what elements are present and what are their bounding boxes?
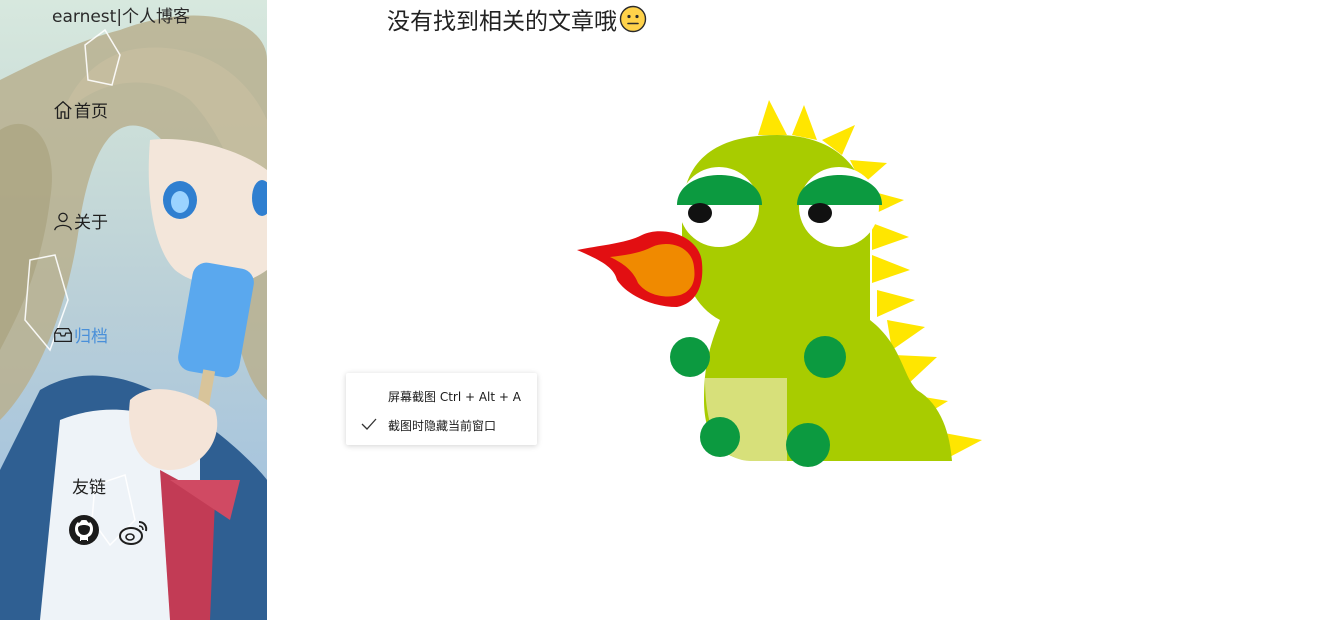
- friends-links-label: 友链: [72, 478, 106, 498]
- context-menu-item-label: 截图时隐藏当前窗口: [388, 419, 497, 433]
- home-icon: [54, 100, 72, 119]
- empty-result-text: 没有找到相关的文章哦: [387, 9, 617, 35]
- nav-archive[interactable]: 归档: [52, 322, 108, 347]
- github-icon[interactable]: [68, 514, 100, 546]
- context-menu-item-hide-window[interactable]: 截图时隐藏当前窗口: [346, 410, 537, 438]
- main-content: 没有找到相关的文章哦 屏幕截图 Ctrl + Alt + A 截图时隐藏当前窗口: [267, 0, 1327, 620]
- nav-home[interactable]: 首页: [52, 97, 108, 122]
- weibo-icon[interactable]: [118, 516, 150, 548]
- archive-box-icon: [54, 327, 72, 342]
- nav-archive-label: 归档: [74, 327, 108, 347]
- neutral-face-icon: [619, 5, 647, 33]
- checkmark-icon: [361, 418, 377, 430]
- context-menu-item-screenshot[interactable]: 屏幕截图 Ctrl + Alt + A: [346, 381, 537, 409]
- user-icon: [54, 212, 72, 230]
- context-menu-item-label: 屏幕截图 Ctrl + Alt + A: [388, 390, 521, 404]
- sidebar: earnest|个人博客 首页 关于 归档 友链: [0, 0, 267, 620]
- empty-result-message: 没有找到相关的文章哦: [387, 2, 647, 36]
- nav-about-label: 关于: [74, 213, 108, 233]
- dinosaur-illustration: [577, 100, 982, 467]
- nav-about[interactable]: 关于: [52, 208, 108, 233]
- context-menu: 屏幕截图 Ctrl + Alt + A 截图时隐藏当前窗口: [346, 373, 537, 445]
- nav-home-label: 首页: [74, 102, 108, 122]
- site-title[interactable]: earnest|个人博客: [52, 2, 190, 27]
